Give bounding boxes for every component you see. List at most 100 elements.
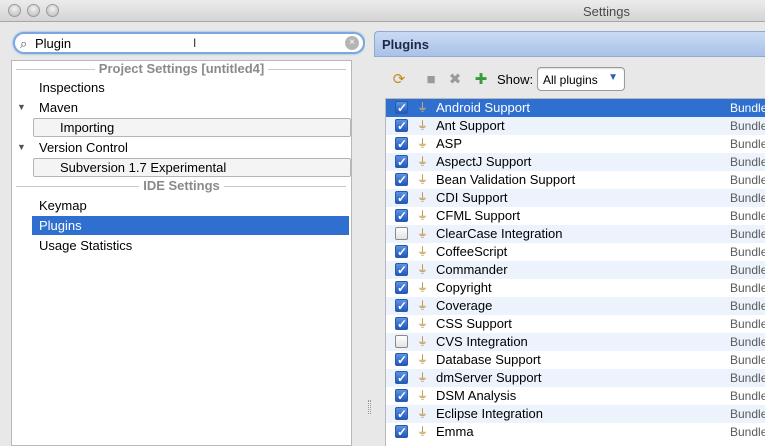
plugin-enabled-checkbox[interactable]: [395, 351, 408, 369]
add-plugin-icon[interactable]: ✚: [471, 70, 491, 90]
plugin-icon: ⏚: [417, 354, 428, 366]
plugin-source: Bundle: [730, 173, 765, 187]
settings-search-box[interactable]: ⌕ I ×: [13, 32, 365, 54]
plugin-icon: ⏚: [417, 174, 428, 186]
plugin-source: Bundle: [730, 191, 765, 205]
plugin-name: dmServer Support: [436, 370, 542, 385]
plugin-icon: ⏚: [417, 318, 428, 330]
plugin-row[interactable]: ⏚ Coverage Bundle: [386, 297, 765, 315]
zoom-window-button[interactable]: [46, 4, 59, 17]
plugin-icon: ⏚: [417, 246, 428, 258]
plugin-row[interactable]: ⏚ CFML Support Bundle: [386, 207, 765, 225]
plugin-enabled-checkbox[interactable]: [395, 261, 408, 279]
plugin-enabled-checkbox[interactable]: [395, 369, 408, 387]
project-settings-header: Project Settings [untitled4]: [12, 61, 351, 77]
plugin-source: Bundle: [730, 119, 765, 133]
plugin-source: Bundle: [730, 353, 765, 367]
expand-triangle-icon[interactable]: ▼: [17, 138, 26, 157]
plugin-icon: ⏚: [417, 282, 428, 294]
splitter-grip-icon[interactable]: [368, 400, 371, 414]
plugin-row[interactable]: ⏚ CVS Integration Bundle: [386, 333, 765, 351]
plugin-icon: ⏚: [417, 210, 428, 222]
tree-item-maven[interactable]: ▼ Maven: [12, 98, 351, 117]
plugin-enabled-checkbox[interactable]: [395, 405, 408, 423]
plugin-row[interactable]: ⏚ CoffeeScript Bundle: [386, 243, 765, 261]
clear-search-icon[interactable]: ×: [345, 36, 359, 50]
plugin-row[interactable]: ⏚ ASP Bundle: [386, 135, 765, 153]
plugin-name: Emma: [436, 424, 474, 439]
plugin-icon: ⏚: [417, 408, 428, 420]
plugin-enabled-checkbox[interactable]: [395, 189, 408, 207]
plugin-name: Android Support: [436, 100, 530, 115]
plugin-enabled-checkbox[interactable]: [395, 117, 408, 135]
plugin-row[interactable]: ⏚ Ant Support Bundle: [386, 117, 765, 135]
panel-splitter[interactable]: [365, 22, 374, 446]
plugin-icon: ⏚: [417, 426, 428, 438]
plugin-row[interactable]: ⏚ AspectJ Support Bundle: [386, 153, 765, 171]
plugin-row[interactable]: ⏚ Database Support Bundle: [386, 351, 765, 369]
plugin-enabled-checkbox[interactable]: [395, 227, 408, 240]
text-cursor-icon: I: [193, 36, 197, 50]
plugin-row[interactable]: ⏚ Copyright Bundle: [386, 279, 765, 297]
plugin-row[interactable]: ⏚ DSM Analysis Bundle: [386, 387, 765, 405]
plugin-enabled-checkbox[interactable]: [395, 171, 408, 189]
plugin-name: Bean Validation Support: [436, 172, 576, 187]
uninstall-icon[interactable]: ✖: [445, 70, 465, 90]
tree-item-subversion[interactable]: Subversion 1.7 Experimental: [33, 158, 351, 177]
plugin-source: Bundle: [730, 101, 765, 115]
minimize-window-button[interactable]: [27, 4, 40, 17]
plugin-enabled-checkbox[interactable]: [395, 423, 408, 441]
plugin-row[interactable]: ⏚ Emma Bundle: [386, 423, 765, 441]
plugin-enabled-checkbox[interactable]: [395, 387, 408, 405]
plugin-row[interactable]: ⏚ ClearCase Integration Bundle: [386, 225, 765, 243]
plugin-source: Bundle: [730, 371, 765, 385]
plugin-enabled-checkbox[interactable]: [395, 315, 408, 333]
expand-triangle-icon[interactable]: ▼: [17, 98, 26, 117]
plugin-icon: ⏚: [417, 192, 428, 204]
plugin-name: CoffeeScript: [436, 244, 508, 259]
tree-item-usage-statistics[interactable]: Usage Statistics: [12, 236, 351, 255]
tree-item-keymap[interactable]: Keymap: [12, 196, 351, 215]
plugin-enabled-checkbox[interactable]: [395, 297, 408, 315]
reload-icon[interactable]: ⟳: [389, 70, 409, 90]
tree-item-importing[interactable]: Importing: [33, 118, 351, 137]
plugin-enabled-checkbox[interactable]: [395, 279, 408, 297]
search-icon: ⌕: [20, 36, 28, 51]
plugin-row[interactable]: ⏚ Android Support Bundle: [386, 99, 765, 117]
show-filter-label: Show:: [497, 72, 534, 87]
plugin-enabled-checkbox[interactable]: [395, 243, 408, 261]
plugin-icon: ⏚: [417, 372, 428, 384]
plugin-source: Bundle: [730, 263, 765, 277]
plugin-name: Copyright: [436, 280, 492, 295]
plugin-row[interactable]: ⏚ Commander Bundle: [386, 261, 765, 279]
install-icon[interactable]: ■: [421, 70, 441, 90]
plugin-icon: ⏚: [417, 228, 428, 240]
search-input[interactable]: [35, 35, 335, 52]
plugin-row[interactable]: ⏚ Bean Validation Support Bundle: [386, 171, 765, 189]
tree-item-plugins[interactable]: Plugins: [32, 216, 349, 235]
plugin-row[interactable]: ⏚ dmServer Support Bundle: [386, 369, 765, 387]
plugin-enabled-checkbox[interactable]: [395, 153, 408, 171]
plugin-enabled-checkbox[interactable]: [395, 207, 408, 225]
plugin-enabled-checkbox[interactable]: [395, 335, 408, 348]
plugin-enabled-checkbox[interactable]: [395, 135, 408, 153]
plugin-row[interactable]: ⏚ Eclipse Integration Bundle: [386, 405, 765, 423]
plugin-row[interactable]: ⏚ CDI Support Bundle: [386, 189, 765, 207]
plugin-icon: ⏚: [417, 102, 428, 114]
close-window-button[interactable]: [8, 4, 21, 17]
plugins-list[interactable]: ⏚ Android Support Bundle ⏚ Ant Support Bundle…: [385, 98, 765, 446]
plugin-source: Bundle: [730, 245, 765, 259]
tree-item-version-control[interactable]: ▼ Version Control: [12, 138, 351, 157]
plugins-panel: Plugins ⟳ ■ ✖ ✚ Show: All plugins ▼ ⏚ And…: [374, 22, 765, 446]
show-filter-dropdown[interactable]: All plugins ▼: [537, 67, 625, 91]
plugin-source: Bundle: [730, 209, 765, 223]
plugins-panel-title: Plugins: [382, 37, 429, 52]
plugin-enabled-checkbox[interactable]: [395, 99, 408, 117]
plugin-icon: ⏚: [417, 336, 428, 348]
plugin-row[interactable]: ⏚ CSS Support Bundle: [386, 315, 765, 333]
plugin-name: CSS Support: [436, 316, 512, 331]
tree-item-inspections[interactable]: Inspections: [12, 78, 351, 97]
plugin-source: Bundle: [730, 155, 765, 169]
plugin-source: Bundle: [730, 425, 765, 439]
plugin-name: Ant Support: [436, 118, 505, 133]
